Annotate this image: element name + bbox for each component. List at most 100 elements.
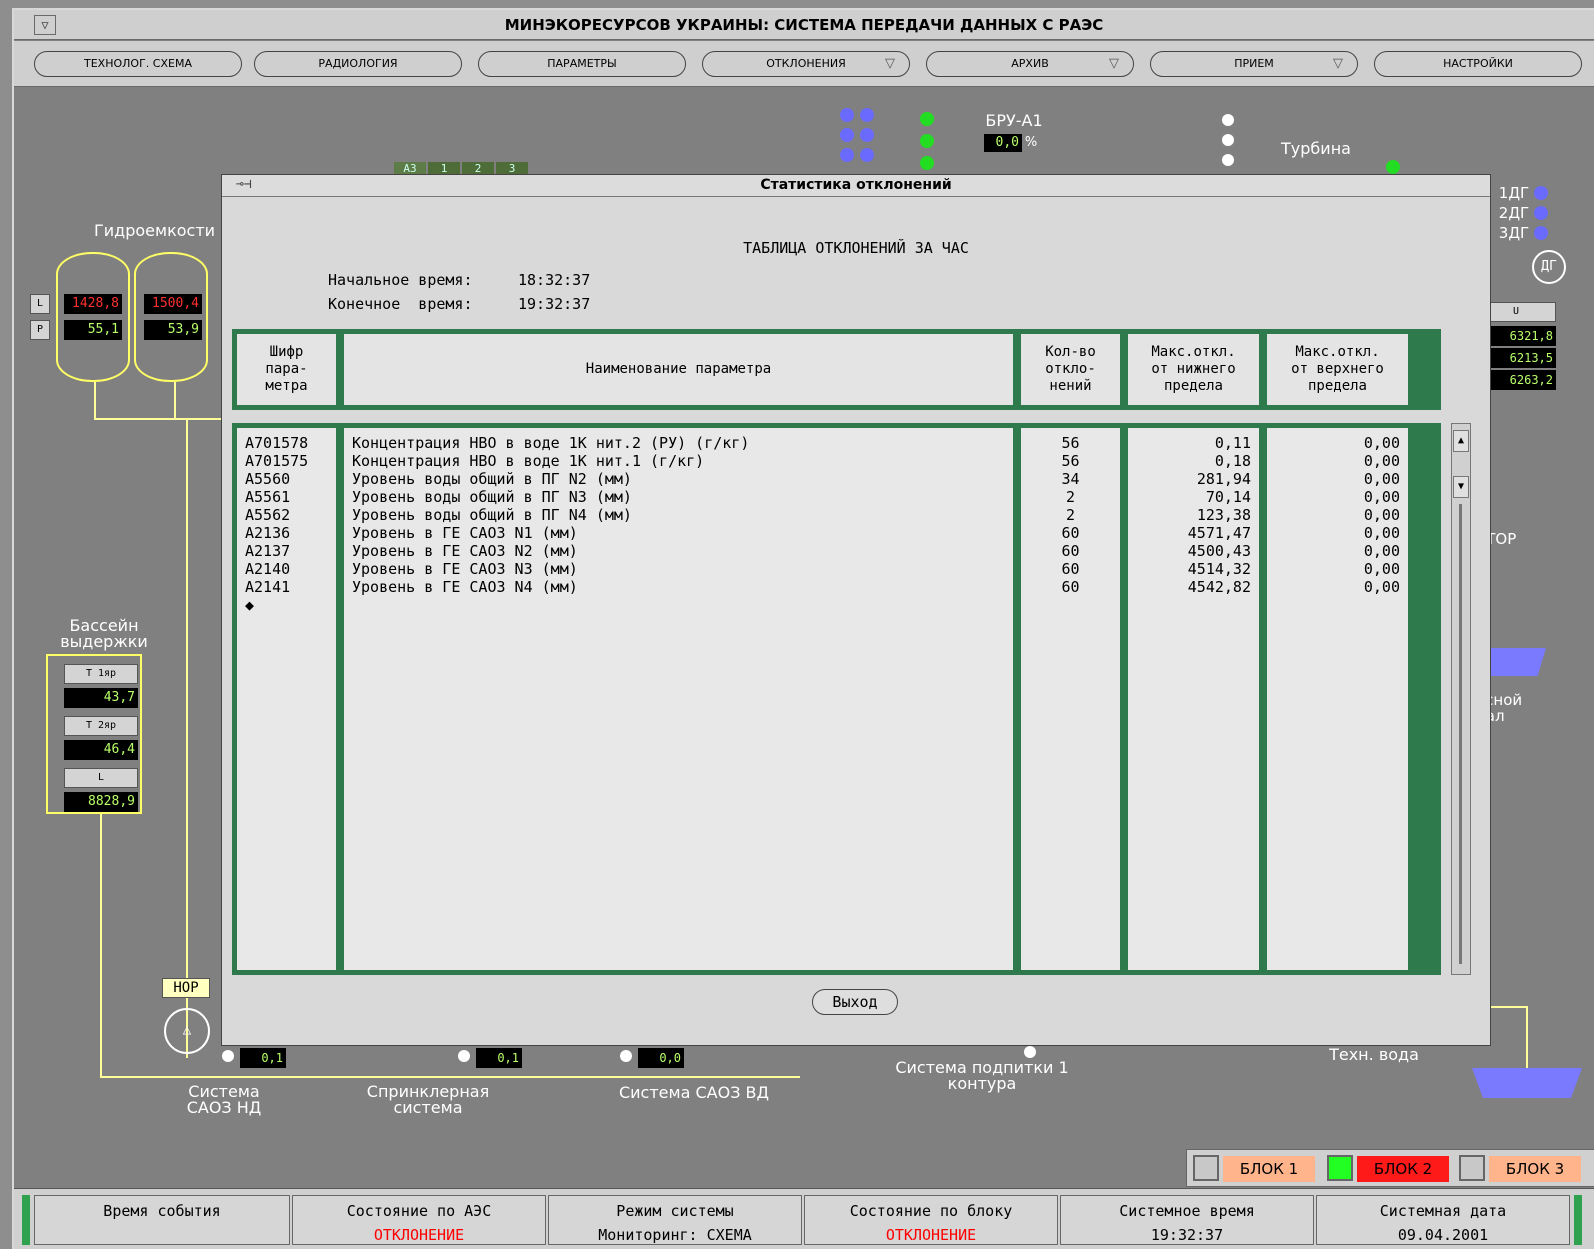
menu-receive[interactable]: ПРИЕМ ▽ <box>1150 51 1358 77</box>
menu-parameters[interactable]: ПАРАМЕТРЫ <box>478 51 686 77</box>
table-cell[interactable]: 0,18 <box>1128 452 1259 470</box>
table-cell[interactable]: 4571,47 <box>1128 524 1259 542</box>
tank-pressure-button[interactable]: P <box>30 320 50 340</box>
col-count: 56 56 34 2 2 60 60 60 60 <box>1021 428 1120 970</box>
pool-l-value: 8828,9 <box>64 792 138 812</box>
table-cell[interactable]: A5560 <box>245 470 336 488</box>
hydro-tank-1 <box>56 252 130 382</box>
table-cell[interactable]: A701575 <box>245 452 336 470</box>
tank-2-level: 1500,4 <box>144 294 202 314</box>
dropdown-arrow-icon: ▽ <box>1109 56 1119 71</box>
table-cell[interactable]: 0,00 <box>1267 434 1408 452</box>
window-title: МИНЭКОРЕСУРСОВ УКРАИНЫ: СИСТЕМА ПЕРЕДАЧИ… <box>504 16 1104 34</box>
col-header-high: Макс.откл. от верхнего предела <box>1267 334 1408 405</box>
table-cell[interactable]: 4542,82 <box>1128 578 1259 596</box>
pool-l-button[interactable]: L <box>64 768 138 788</box>
table-cell[interactable]: 2 <box>1021 506 1120 524</box>
table-cell[interactable]: 281,94 <box>1128 470 1259 488</box>
col-code: A701578 A701575 A5560 A5561 A5562 A2136 … <box>237 428 336 970</box>
scroll-track[interactable] <box>1459 504 1462 964</box>
col-high: 0,00 0,00 0,00 0,00 0,00 0,00 0,00 0,00 … <box>1267 428 1408 970</box>
block-2-button[interactable]: БЛОК 2 <box>1357 1156 1449 1182</box>
end-time-label: Конечное время: <box>328 295 473 313</box>
tech-water-tank-icon <box>1472 1068 1582 1098</box>
menu-tech-scheme[interactable]: ТЕХНОЛОГ. СХЕМА <box>34 51 242 77</box>
table-cell[interactable]: 0,11 <box>1128 434 1259 452</box>
table-cell[interactable]: Уровень воды общий в ПГ N2 (мм) <box>352 470 1013 488</box>
table-cell[interactable]: Уровень в ГЕ САОЗ N3 (мм) <box>352 560 1013 578</box>
table-cell[interactable]: Уровень в ГЕ САОЗ N1 (мм) <box>352 524 1013 542</box>
indicator-icon <box>1222 134 1234 146</box>
pool-t2-value: 46,4 <box>64 740 138 760</box>
table-cell[interactable]: Концентрация НВО в воде 1К нит.2 (РУ) (г… <box>352 434 1013 452</box>
tank-1-level: 1428,8 <box>64 294 122 314</box>
table-cell[interactable]: 70,14 <box>1128 488 1259 506</box>
table-cell[interactable]: 56 <box>1021 452 1120 470</box>
table-cell[interactable]: 4514,32 <box>1128 560 1259 578</box>
pool-t2-button[interactable]: Т 2яр <box>64 716 138 736</box>
table-cell[interactable]: 60 <box>1021 542 1120 560</box>
block-2-checkbox[interactable] <box>1327 1155 1353 1181</box>
table-cell[interactable]: 0,00 <box>1267 560 1408 578</box>
table-cell[interactable]: Уровень в ГЕ САОЗ N4 (мм) <box>352 578 1013 596</box>
table-cell[interactable]: 4500,43 <box>1128 542 1259 560</box>
table-cell[interactable]: 60 <box>1021 578 1120 596</box>
block-1-checkbox[interactable] <box>1193 1155 1219 1181</box>
table-cell[interactable]: A2137 <box>245 542 336 560</box>
hydro-tank-2 <box>134 252 208 382</box>
end-time-value: 19:32:37 <box>518 295 591 313</box>
table-header: Шифр пара- метра Наименование параметра … <box>232 329 1441 410</box>
menu-bar: ТЕХНОЛОГ. СХЕМА РАДИОЛОГИЯ ПАРАМЕТРЫ ОТК… <box>14 41 1594 87</box>
makeup-system-label: Система подпитки 1 контура <box>895 1058 1069 1093</box>
block-1-button[interactable]: БЛОК 1 <box>1223 1156 1315 1182</box>
menu-radiology[interactable]: РАДИОЛОГИЯ <box>254 51 462 77</box>
pool-t1-button[interactable]: Т 1яр <box>64 664 138 684</box>
nor-label: НОР <box>162 978 210 998</box>
table-cell[interactable]: 2 <box>1021 488 1120 506</box>
table-cell[interactable]: 0,00 <box>1267 470 1408 488</box>
table-cell[interactable]: 0,00 <box>1267 506 1408 524</box>
scroll-up-icon[interactable]: ▲ <box>1453 430 1469 452</box>
table-cell[interactable]: 60 <box>1021 524 1120 542</box>
table-cell[interactable]: A2141 <box>245 578 336 596</box>
table-cell[interactable]: Концентрация НВО в воде 1К нит.1 (г/кг) <box>352 452 1013 470</box>
indicator-icon <box>1222 154 1234 166</box>
table-cell[interactable]: 56 <box>1021 434 1120 452</box>
table-cell[interactable]: 123,38 <box>1128 506 1259 524</box>
table-cell[interactable]: 0,00 <box>1267 542 1408 560</box>
deviation-stats-dialog: ⊸⊣ Статистика отклонений ТАБЛИЦА ОТКЛОНЕ… <box>221 174 1491 1046</box>
col-name: Концентрация НВО в воде 1К нит.2 (РУ) (г… <box>344 428 1013 970</box>
indicator-icon <box>920 156 934 170</box>
tank-level-button[interactable]: L <box>30 294 50 314</box>
table-cell[interactable]: 0,00 <box>1267 452 1408 470</box>
title-bar: ▽ МИНЭКОРЕСУРСОВ УКРАИНЫ: СИСТЕМА ПЕРЕДА… <box>14 10 1594 40</box>
menu-deviations[interactable]: ОТКЛОНЕНИЯ ▽ <box>702 51 910 77</box>
block-3-checkbox[interactable] <box>1459 1155 1485 1181</box>
table-cell[interactable]: 34 <box>1021 470 1120 488</box>
table-cell[interactable]: A2140 <box>245 560 336 578</box>
table-cell[interactable]: Уровень воды общий в ПГ N4 (мм) <box>352 506 1013 524</box>
table-cell[interactable]: 0,00 <box>1267 524 1408 542</box>
table-cell[interactable]: A2136 <box>245 524 336 542</box>
table-cell[interactable]: Уровень воды общий в ПГ N3 (мм) <box>352 488 1013 506</box>
block-3-button[interactable]: БЛОК 3 <box>1489 1156 1581 1182</box>
indicator-icon <box>860 128 874 142</box>
menu-archive[interactable]: АРХИВ ▽ <box>926 51 1134 77</box>
menu-settings[interactable]: НАСТРОЙКИ <box>1374 51 1582 77</box>
table-cell[interactable]: A701578 <box>245 434 336 452</box>
table-cell[interactable]: A5561 <box>245 488 336 506</box>
dialog-title-bar: ⊸⊣ Статистика отклонений <box>222 175 1490 197</box>
diesel-generator-icon: ДГ <box>1532 250 1566 284</box>
scroll-down-icon[interactable]: ▼ <box>1453 476 1469 498</box>
vertical-scrollbar[interactable]: ▲ ▼ <box>1451 423 1471 975</box>
table-cell[interactable]: 60 <box>1021 560 1120 578</box>
table-cell[interactable]: A5562 <box>245 506 336 524</box>
table-cell[interactable]: Уровень в ГЕ САОЗ N2 (мм) <box>352 542 1013 560</box>
status-bar: Время события Состояние по АЭС ОТКЛОНЕНИЕ… <box>14 1188 1594 1249</box>
table-cell[interactable]: 0,00 <box>1267 488 1408 506</box>
table-cell[interactable]: 0,00 <box>1267 578 1408 596</box>
pump-value-3: 0,0 <box>638 1048 684 1068</box>
col-header-count: Кол-во откло- нений <box>1021 334 1120 405</box>
indicator-icon <box>840 148 854 162</box>
exit-button[interactable]: Выход <box>812 989 898 1015</box>
